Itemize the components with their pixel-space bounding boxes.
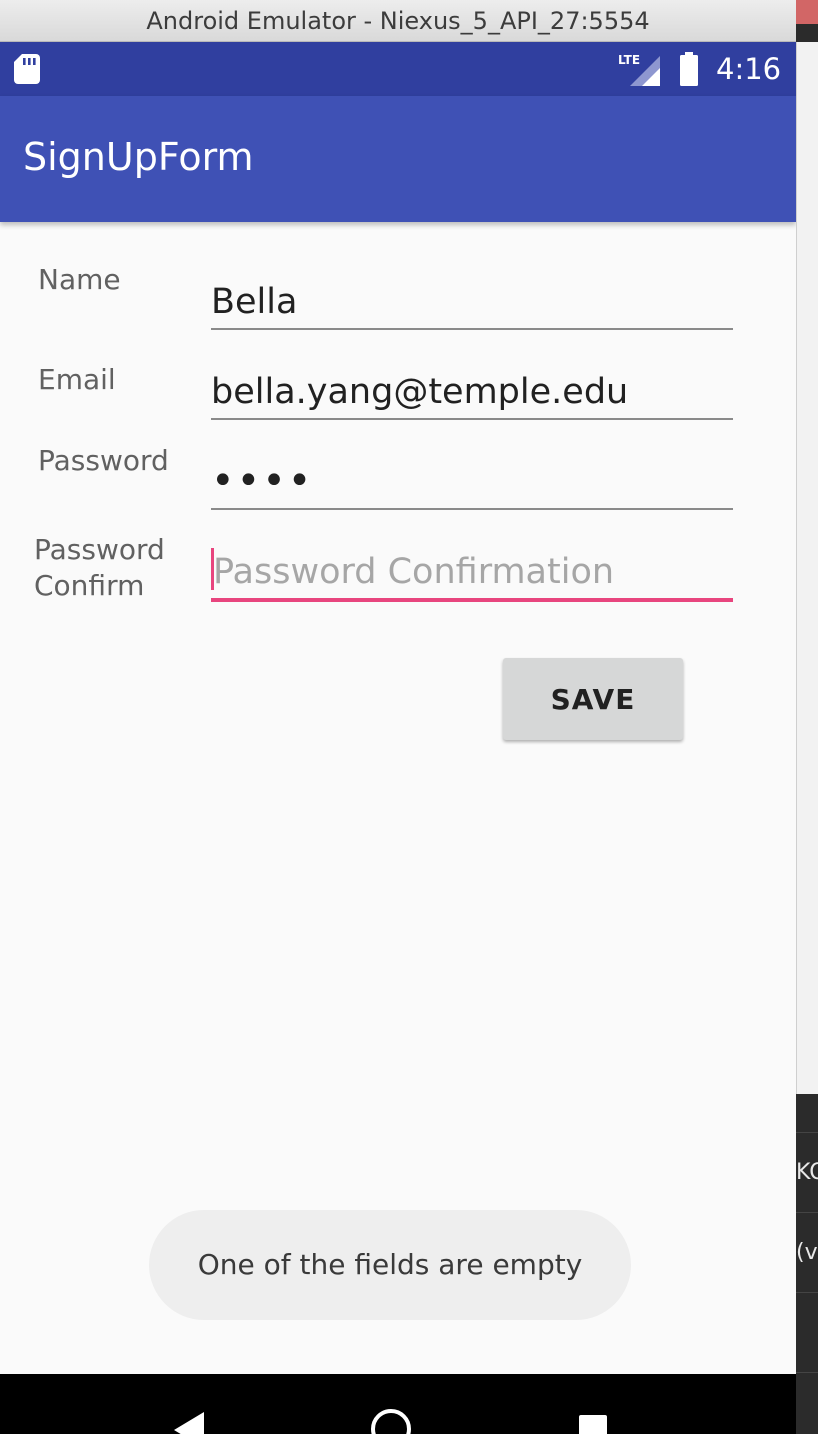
battery-icon <box>680 52 698 86</box>
background-window-row <box>796 1372 818 1434</box>
email-underline <box>211 418 733 420</box>
background-window-panel <box>796 42 818 1094</box>
name-value: Bella <box>211 282 298 322</box>
name-underline <box>211 328 733 330</box>
name-label: Name <box>38 263 121 296</box>
email-field[interactable]: bella.yang@temple.edu <box>211 360 733 420</box>
password-confirm-label-line2: Confirm <box>34 569 145 602</box>
background-window-row <box>796 1292 818 1372</box>
password-field[interactable]: •••• <box>211 450 733 510</box>
background-window-row: KO <box>796 1132 818 1212</box>
app-title: SignUpForm <box>23 135 254 179</box>
emulator-title-bar: Android Emulator - Niexus_5_API_27:5554 <box>0 0 818 42</box>
status-clock: 4:16 <box>716 52 782 86</box>
toast-message: One of the fields are empty <box>149 1210 631 1320</box>
password-confirm-label-line1: Password <box>34 533 165 566</box>
home-icon[interactable] <box>370 1408 412 1434</box>
back-icon[interactable] <box>172 1410 206 1434</box>
app-bar: SignUpForm <box>0 96 796 222</box>
android-nav-bar <box>0 1374 796 1434</box>
password-confirm-placeholder: Password Confirmation <box>213 552 615 592</box>
password-underline <box>211 508 733 510</box>
password-masked-value: •••• <box>211 458 314 504</box>
background-window-strip: KO (v <box>796 24 818 1434</box>
save-button[interactable]: SAVE <box>503 658 683 740</box>
email-label: Email <box>38 363 116 396</box>
password-label: Password <box>38 444 169 477</box>
name-field[interactable]: Bella <box>211 270 733 330</box>
android-device-screen: LTE 4:16 SignUpForm Name Bella Email bel… <box>0 42 796 1434</box>
email-value: bella.yang@temple.edu <box>211 372 629 412</box>
password-confirm-field[interactable]: Password Confirmation <box>211 542 733 602</box>
lte-signal-icon: LTE <box>618 53 660 86</box>
text-cursor <box>211 548 214 590</box>
recents-icon[interactable] <box>578 1414 608 1434</box>
window-title: Android Emulator - Niexus_5_API_27:5554 <box>146 7 650 35</box>
background-window-row: (v <box>796 1212 818 1292</box>
lte-label: LTE <box>618 53 640 67</box>
password-confirm-underline <box>211 598 733 602</box>
close-window-button-edge[interactable] <box>796 0 818 24</box>
sd-card-icon <box>14 54 40 84</box>
password-confirm-label: Password Confirm <box>34 532 165 604</box>
status-bar: LTE 4:16 <box>0 42 796 96</box>
